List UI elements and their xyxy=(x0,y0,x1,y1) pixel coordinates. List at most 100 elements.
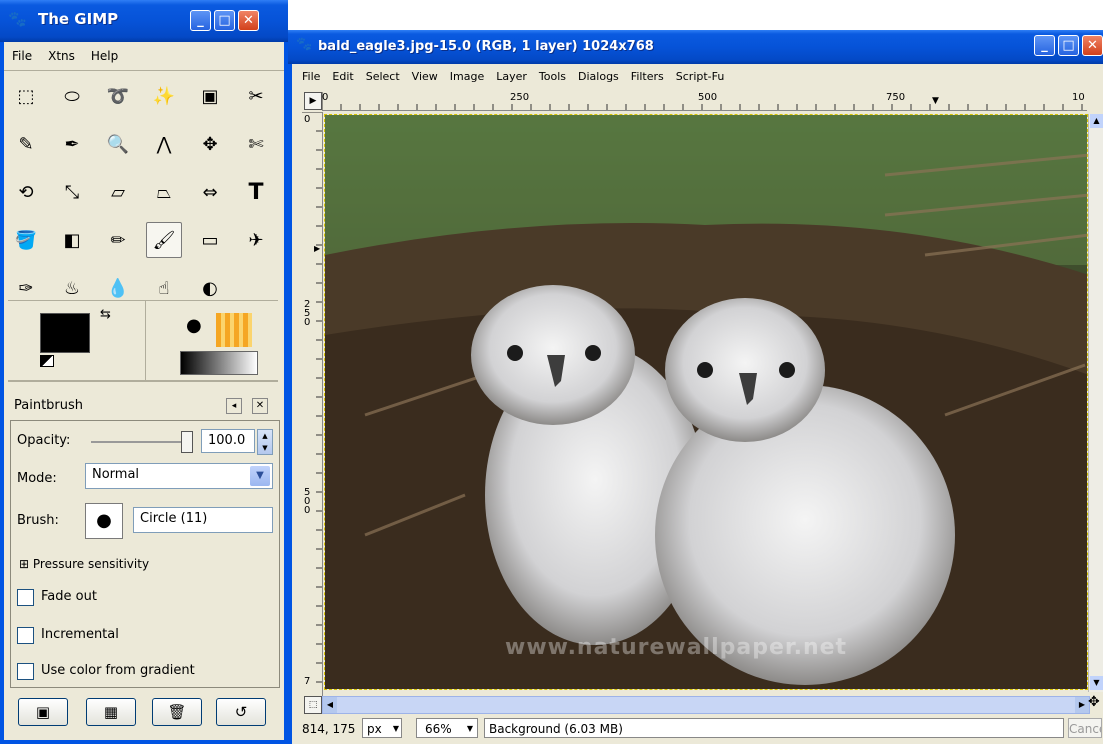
scroll-left-icon[interactable]: ◀ xyxy=(323,697,337,713)
options-close-icon[interactable]: ✕ xyxy=(252,398,268,414)
tool-rotate-button[interactable]: ⟲ xyxy=(8,174,44,210)
tool-perspective-button[interactable]: ⏢ xyxy=(146,174,182,210)
scroll-right-icon[interactable]: ▶ xyxy=(1075,697,1089,713)
menu-file[interactable]: File xyxy=(4,49,40,63)
unit-select[interactable]: px ▼ xyxy=(362,718,402,738)
crop-icon: ✄ xyxy=(248,133,264,155)
navigate-icon[interactable]: ✥ xyxy=(1088,694,1100,710)
incremental-checkbox[interactable] xyxy=(17,627,34,644)
tool-paths-button[interactable]: ✎ xyxy=(8,126,44,162)
tool-options-panel: Opacity: 100.0 ▲ ▼ Mode: Normal ▼ Brush: … xyxy=(10,420,280,688)
reset-options-button[interactable]: ↺ xyxy=(216,698,266,726)
scroll-down-icon[interactable]: ▼ xyxy=(1090,676,1103,690)
ruler-v-label-0: 0 xyxy=(304,114,311,125)
image-menu-button[interactable]: ▶ xyxy=(304,92,322,110)
tool-move-button[interactable]: ✥ xyxy=(192,126,228,162)
clone-icon: ♨ xyxy=(63,277,81,299)
chevron-down-icon: ▼ xyxy=(392,724,399,733)
image-menu-image[interactable]: Image xyxy=(444,70,490,83)
scroll-up-icon[interactable]: ▲ xyxy=(1090,114,1103,128)
toolbox-menubar: File Xtns Help xyxy=(4,46,274,66)
image-titlebar[interactable]: 🐾 bald_eagle3.jpg-15.0 (RGB, 1 layer) 10… xyxy=(288,30,1103,64)
rect-select-icon: ⬚ xyxy=(17,85,35,107)
image-menu-tools[interactable]: Tools xyxy=(533,70,572,83)
toolbox-titlebar[interactable]: 🐾 The GIMP _ □ ✕ xyxy=(0,0,288,42)
image-canvas[interactable]: www.naturewallpaper.net xyxy=(324,114,1088,690)
menu-help[interactable]: Help xyxy=(83,49,126,63)
tool-options-title: Paintbrush xyxy=(14,398,84,413)
image-menu-filters[interactable]: Filters xyxy=(625,70,670,83)
horizontal-scrollbar[interactable]: ◀ ▶ xyxy=(322,696,1090,714)
image-maximize-button[interactable]: □ xyxy=(1058,35,1079,56)
pressure-expander[interactable]: ⊞ Pressure sensitivity xyxy=(19,557,149,571)
ruler-h-label-750: 750 xyxy=(886,92,906,103)
quick-mask-button[interactable]: ⬚ xyxy=(304,696,322,714)
restore-options-button[interactable]: ▦ xyxy=(86,698,136,726)
image-minimize-button[interactable]: _ xyxy=(1034,35,1055,56)
tool-crop-button[interactable]: ✄ xyxy=(238,126,274,162)
foreground-color-swatch[interactable] xyxy=(40,313,90,353)
maximize-button[interactable]: □ xyxy=(214,10,235,31)
swap-colors-icon[interactable]: ⇆ xyxy=(100,307,111,322)
zoom-select[interactable]: 66% ▼ xyxy=(416,718,478,738)
tool-shear-button[interactable]: ▱ xyxy=(100,174,136,210)
tool-scale-button[interactable]: ⤡ xyxy=(54,174,90,210)
gimp-wilber-icon: 🐾 xyxy=(8,10,27,28)
move-icon: ✥ xyxy=(202,133,218,155)
image-menu-view[interactable]: View xyxy=(406,70,444,83)
brush-preview-button[interactable]: ● xyxy=(85,503,123,539)
tool-eraser-button[interactable]: ▭ xyxy=(192,222,228,258)
tool-rect-select-button[interactable]: ⬚ xyxy=(8,78,44,114)
image-close-button[interactable]: ✕ xyxy=(1082,35,1103,56)
brush-indicator-icon[interactable]: ● xyxy=(186,315,202,336)
tool-color-picker-button[interactable]: ✒ xyxy=(54,126,90,162)
tool-scissors-button[interactable]: ✂ xyxy=(238,78,274,114)
image-menu-select[interactable]: Select xyxy=(360,70,406,83)
image-menu-script-fu[interactable]: Script-Fu xyxy=(670,70,731,83)
options-menu-icon[interactable]: ◂ xyxy=(226,398,242,414)
gradient-checkbox[interactable] xyxy=(17,663,34,680)
horizontal-ruler[interactable]: 0 250 500 750 10 ▼ xyxy=(322,92,1087,111)
vertical-ruler[interactable]: 0 250 500 7 ▶ xyxy=(302,112,323,712)
fade-out-checkbox[interactable] xyxy=(17,589,34,606)
tool-measure-button[interactable]: ⋀ xyxy=(146,126,182,162)
opacity-slider-track[interactable] xyxy=(91,441,191,443)
default-colors-icon[interactable] xyxy=(40,355,54,367)
minimize-button[interactable]: _ xyxy=(190,10,211,31)
save-options-button[interactable]: ▣ xyxy=(18,698,68,726)
tool-lasso-button[interactable]: ➰ xyxy=(100,78,136,114)
tool-flip-button[interactable]: ⇔ xyxy=(192,174,228,210)
pattern-indicator[interactable] xyxy=(216,313,252,347)
opacity-value-field[interactable]: 100.0 xyxy=(201,429,255,453)
chevron-down-icon[interactable]: ▼ xyxy=(250,466,270,486)
options-divider xyxy=(8,380,278,382)
gradient-indicator[interactable] xyxy=(180,351,258,375)
opacity-spin-icon[interactable]: ▲ ▼ xyxy=(257,429,273,455)
tool-zoom-button[interactable]: 🔍 xyxy=(100,126,136,162)
vertical-scrollbar[interactable]: ▲ ▼ xyxy=(1088,114,1103,692)
tool-airbrush-button[interactable]: ✈ xyxy=(238,222,274,258)
delete-options-button[interactable]: 🗑 xyxy=(152,698,202,726)
mode-select[interactable]: Normal ▼ xyxy=(85,463,273,489)
tool-color-select-button[interactable]: ▣ xyxy=(192,78,228,114)
cancel-button[interactable]: Cance xyxy=(1068,718,1102,738)
tool-ellipse-select-button[interactable]: ⬭ xyxy=(54,78,90,114)
perspective-icon: ⏢ xyxy=(156,181,172,203)
tool-magic-wand-button[interactable]: ✨ xyxy=(146,78,182,114)
close-button[interactable]: ✕ xyxy=(238,10,259,31)
image-menu-dialogs[interactable]: Dialogs xyxy=(572,70,625,83)
menu-xtns[interactable]: Xtns xyxy=(40,49,83,63)
image-menu-file[interactable]: File xyxy=(296,70,326,83)
tool-text-button[interactable]: T xyxy=(238,174,274,210)
tool-blend-button[interactable]: ◧ xyxy=(54,222,90,258)
tool-paintbrush-button[interactable]: 🖌 xyxy=(146,222,182,258)
scale-icon: ⤡ xyxy=(64,181,80,203)
maximize-icon: □ xyxy=(218,13,231,28)
ruler-v-label-750: 7 xyxy=(304,676,311,687)
tool-bucket-fill-button[interactable]: 🪣 xyxy=(8,222,44,258)
image-window-body: File Edit Select View Image Layer Tools Dialogs… xyxy=(292,64,1103,744)
image-menu-layer[interactable]: Layer xyxy=(490,70,533,83)
tool-pencil-button[interactable]: ✏ xyxy=(100,222,136,258)
image-menu-edit[interactable]: Edit xyxy=(326,70,359,83)
opacity-slider-handle[interactable] xyxy=(181,431,193,453)
